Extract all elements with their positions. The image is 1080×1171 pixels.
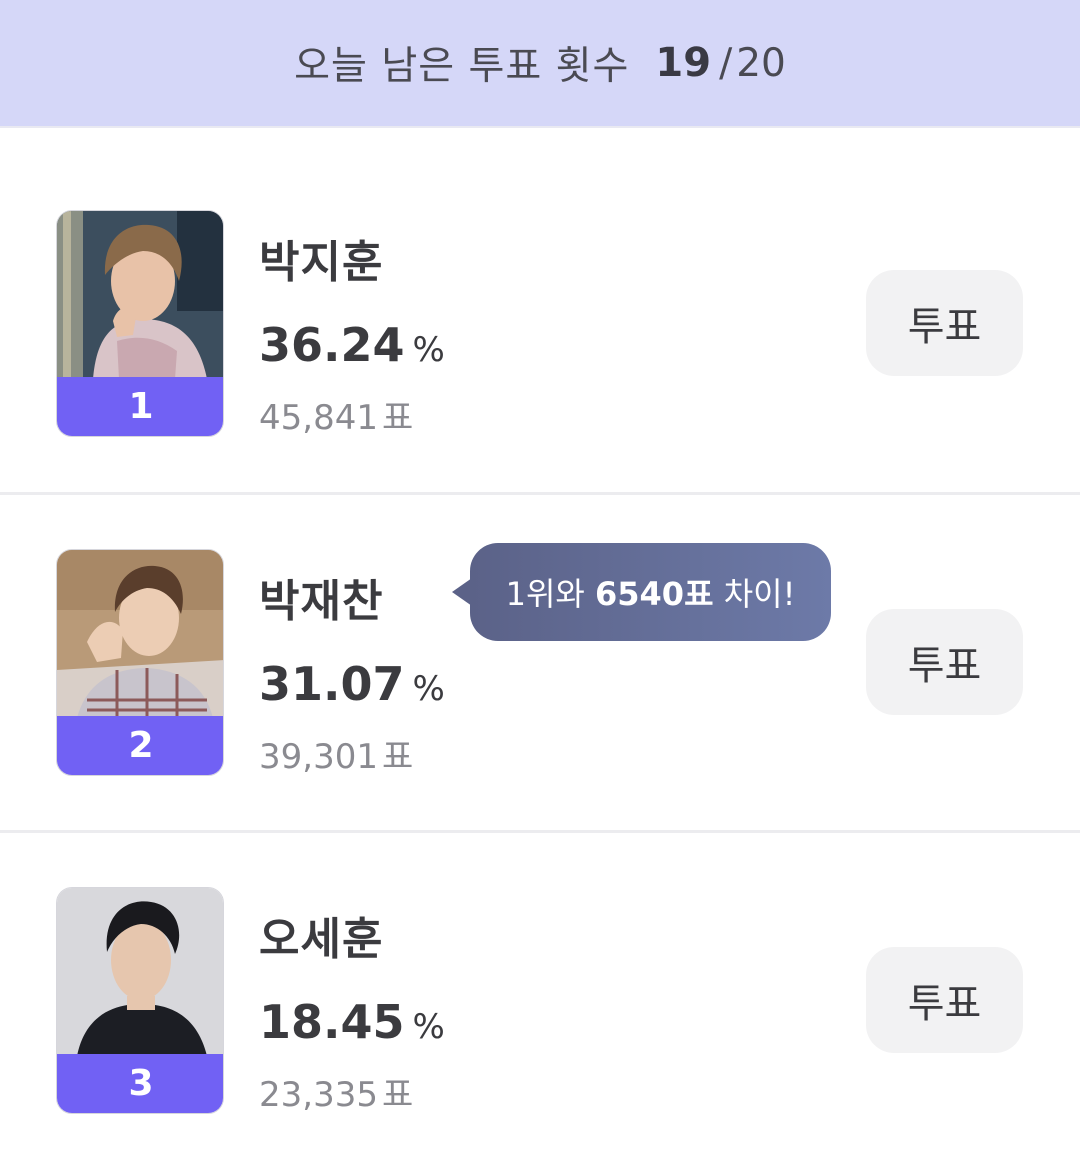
percent-value: 36.24	[259, 318, 405, 372]
vote-button[interactable]: 투표	[866, 270, 1023, 376]
candidate-name: 박재찬	[259, 576, 384, 627]
vote-gap-tooltip: 1위와 6540표 차이!	[470, 543, 831, 641]
rank-badge: 2	[57, 716, 223, 775]
percent-unit: %	[412, 1007, 445, 1047]
vote-button[interactable]: 투표	[866, 609, 1023, 715]
rank-badge: 3	[57, 1054, 223, 1113]
tooltip-tail	[452, 578, 472, 606]
tooltip-gap-value: 6540표	[595, 575, 714, 613]
votes-unit: 표	[381, 398, 414, 438]
candidate-votes: 23,335 표	[259, 1067, 413, 1116]
candidate-photo-card: 3	[56, 887, 224, 1114]
candidate-votes: 45,841 표	[259, 390, 413, 439]
candidate-photo	[57, 211, 223, 379]
candidate-percent: 31.07%	[259, 657, 445, 711]
candidate-photo	[57, 550, 223, 718]
votes-value: 39,301	[259, 737, 378, 777]
percent-unit: %	[412, 669, 445, 709]
percent-value: 31.07	[259, 657, 405, 711]
percent-unit: %	[412, 330, 445, 370]
candidate-name: 박지훈	[259, 237, 384, 288]
remaining-votes-banner: 오늘 남은 투표 횟수 19 / 20	[0, 0, 1080, 128]
votes-unit: 표	[381, 737, 414, 777]
candidate-votes: 39,301 표	[259, 729, 413, 778]
votes-unit: 표	[381, 1075, 414, 1115]
candidate-row-1: 1 박지훈 36.24% 45,841 표 투표	[0, 126, 1080, 464]
candidate-photo-card: 1	[56, 210, 224, 437]
votes-value: 23,335	[259, 1075, 378, 1115]
tooltip-suffix: 차이!	[723, 575, 796, 613]
candidate-percent: 36.24%	[259, 318, 445, 372]
candidate-photo	[57, 888, 223, 1056]
candidate-photo-card: 2	[56, 549, 224, 776]
candidate-name: 오세훈	[259, 914, 384, 965]
remaining-votes-separator: /	[719, 40, 733, 86]
remaining-votes-label: 오늘 남은 투표 횟수	[294, 44, 630, 89]
candidate-row-3: 3 오세훈 18.45% 23,335 표 투표	[0, 833, 1080, 1171]
vote-button[interactable]: 투표	[866, 947, 1023, 1053]
candidate-percent: 18.45%	[259, 995, 445, 1049]
total-votes-count: 20	[736, 40, 786, 86]
rank-badge: 1	[57, 377, 223, 436]
remaining-votes-count: 19	[655, 40, 712, 86]
tooltip-prefix: 1위와	[505, 575, 585, 613]
votes-value: 45,841	[259, 398, 378, 438]
percent-value: 18.45	[259, 995, 405, 1049]
